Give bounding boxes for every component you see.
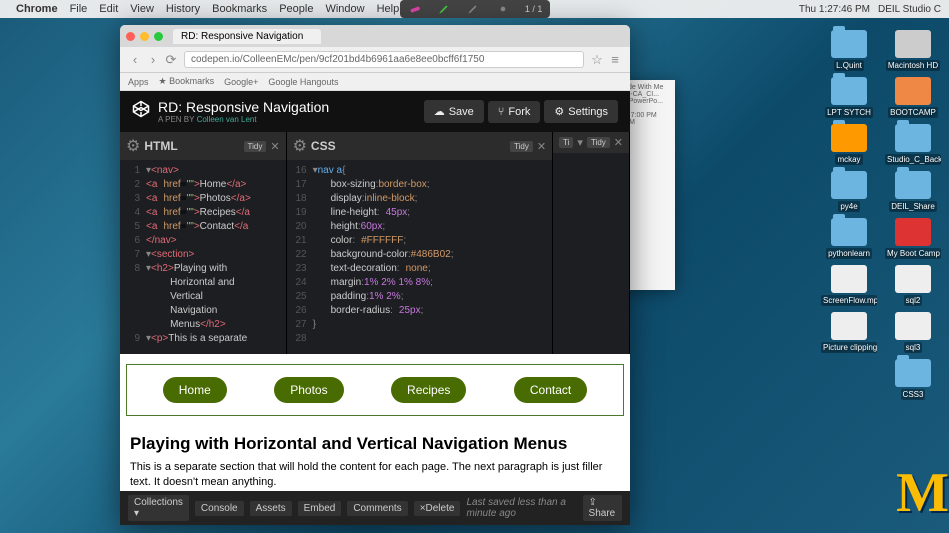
- desktop-folder[interactable]: pythonlearn: [821, 218, 877, 259]
- desktop-folder[interactable]: py4e: [821, 171, 877, 212]
- assets-button[interactable]: Assets: [250, 501, 292, 516]
- tab-strip: RD: Responsive Navigation: [120, 25, 630, 47]
- menu-view[interactable]: View: [130, 3, 154, 15]
- codepen-footer: Collections ▾ Console Assets Embed Comme…: [120, 491, 630, 525]
- js-code[interactable]: [553, 153, 629, 354]
- url-field[interactable]: codepen.io/ColleenEMc/pen/9cf201bd4b6961…: [184, 51, 584, 68]
- preview-paragraph: This is a separate section that will hol…: [130, 460, 620, 490]
- star-icon[interactable]: ☆: [588, 52, 606, 68]
- michigan-logo: M: [896, 461, 941, 525]
- desktop-folder[interactable]: L.Quint: [821, 30, 877, 71]
- desktop-file[interactable]: sql3: [885, 312, 941, 353]
- menu-window[interactable]: Window: [325, 3, 364, 15]
- preview-pane: Home Photos Recipes Contact Playing with…: [120, 354, 630, 491]
- bookmarks-bar: Apps ★ Bookmarks Google+ Google Hangouts: [120, 73, 630, 91]
- bookmark-item[interactable]: Google+: [224, 77, 258, 87]
- comments-button[interactable]: Comments: [347, 501, 407, 516]
- html-editor: ⚙ HTML Tidy ✕ 1▾<nav> 2<a href="">Home</…: [120, 132, 287, 354]
- desktop-folder[interactable]: DEIL_Share: [885, 171, 941, 212]
- menu-bookmarks[interactable]: Bookmarks: [212, 3, 267, 15]
- window-controls[interactable]: [126, 32, 163, 41]
- js-editor: Ti ▾ Tidy ✕: [553, 132, 630, 354]
- menubar-user: DEIL Studio C: [878, 4, 941, 15]
- html-code[interactable]: 1▾<nav> 2<a href="">Home</a> 3<a href=""…: [120, 160, 286, 354]
- app-menu[interactable]: Chrome: [16, 3, 58, 15]
- gear-icon[interactable]: ⚙: [293, 136, 307, 156]
- css-code[interactable]: 16▾nav a{ 17 box-sizing:border-box; 18 d…: [287, 160, 552, 354]
- eraser-icon[interactable]: [408, 2, 422, 16]
- nav-link-recipes[interactable]: Recipes: [391, 377, 466, 403]
- desktop-folder[interactable]: mckay: [821, 124, 877, 165]
- chevron-down-icon[interactable]: ▾: [577, 136, 583, 149]
- chrome-window: RD: Responsive Navigation ‹ › ⟳ codepen.…: [120, 25, 630, 525]
- preview-nav: Home Photos Recipes Contact: [126, 364, 624, 416]
- marker-icon[interactable]: [437, 2, 451, 16]
- tidy-button[interactable]: Ti: [559, 137, 573, 148]
- codepen-header: RD: Responsive Navigation A PEN BY Colle…: [120, 91, 630, 132]
- bookmark-item[interactable]: ★ Bookmarks: [159, 76, 215, 87]
- desktop-drive[interactable]: Macintosh HD: [885, 30, 941, 71]
- forward-icon[interactable]: ›: [144, 52, 162, 67]
- gear-icon[interactable]: ⚙: [126, 136, 140, 156]
- collections-button[interactable]: Collections ▾: [128, 495, 189, 521]
- save-status: Last saved less than a minute ago: [466, 497, 576, 519]
- close-icon[interactable]: ✕: [270, 140, 279, 153]
- share-button[interactable]: ⇪ Share: [583, 495, 622, 521]
- nav-link-contact[interactable]: Contact: [514, 377, 587, 403]
- desktop-folder[interactable]: CSS3: [885, 359, 941, 400]
- menu-icon[interactable]: ≡: [606, 52, 624, 67]
- floating-toolbar[interactable]: 1 / 1: [400, 0, 550, 18]
- tidy-button[interactable]: Tidy: [244, 141, 267, 152]
- settings-button[interactable]: ⚙ Settings: [544, 100, 618, 123]
- preview-heading: Playing with Horizontal and Vertical Nav…: [130, 434, 620, 454]
- editors-row: ⚙ HTML Tidy ✕ 1▾<nav> 2<a href="">Home</…: [120, 132, 630, 354]
- menu-file[interactable]: File: [70, 3, 88, 15]
- tidy-button[interactable]: Tidy: [587, 137, 610, 148]
- embed-button[interactable]: Embed: [298, 501, 342, 516]
- reload-icon[interactable]: ⟳: [162, 52, 180, 68]
- menu-people[interactable]: People: [279, 3, 313, 15]
- menu-history[interactable]: History: [166, 3, 200, 15]
- desktop-app[interactable]: My Boot Camp: [885, 218, 941, 259]
- pen-title: RD: Responsive Navigation: [158, 99, 420, 115]
- save-button[interactable]: ☁ Save: [424, 100, 484, 123]
- delete-button[interactable]: ×Delete: [414, 501, 461, 516]
- bookmark-item[interactable]: Google Hangouts: [268, 77, 338, 87]
- nav-link-home[interactable]: Home: [163, 377, 227, 403]
- menu-help[interactable]: Help: [377, 3, 400, 15]
- close-icon[interactable]: ✕: [614, 136, 623, 149]
- fork-button[interactable]: ⑂ Fork: [488, 101, 541, 123]
- page-count: 1 / 1: [525, 4, 543, 14]
- menu-edit[interactable]: Edit: [99, 3, 118, 15]
- address-bar-row: ‹ › ⟳ codepen.io/ColleenEMc/pen/9cf201bd…: [120, 47, 630, 73]
- desktop-file[interactable]: Picture clipping: [821, 312, 877, 353]
- author-link[interactable]: Colleen van Lent: [197, 115, 257, 124]
- codepen-logo-icon[interactable]: [132, 100, 150, 123]
- desktop-folder[interactable]: Studio_C_Backup: [885, 124, 941, 165]
- browser-tab[interactable]: RD: Responsive Navigation: [173, 29, 321, 44]
- console-button[interactable]: Console: [195, 501, 244, 516]
- tidy-button[interactable]: Tidy: [510, 141, 533, 152]
- desktop-file[interactable]: ScreenFlow.mp4: [821, 265, 877, 306]
- bookmark-item[interactable]: Apps: [128, 77, 149, 87]
- css-editor: ⚙ CSS Tidy ✕ 16▾nav a{ 17 box-sizing:bor…: [287, 132, 553, 354]
- pen-icon[interactable]: [466, 2, 480, 16]
- back-icon[interactable]: ‹: [126, 52, 144, 67]
- desktop-folder[interactable]: LPT SYTCH: [821, 77, 877, 118]
- editor-label-css: CSS: [311, 139, 506, 153]
- editor-label-html: HTML: [144, 139, 239, 153]
- nav-link-photos[interactable]: Photos: [274, 377, 343, 403]
- close-icon[interactable]: ✕: [537, 140, 546, 153]
- desktop-icons: L.Quint Macintosh HD LPT SYTCH BOOTCAMP …: [821, 30, 941, 400]
- desktop-file[interactable]: sql2: [885, 265, 941, 306]
- menubar-time: Thu 1:27:46 PM: [799, 4, 870, 15]
- tool-icon[interactable]: [496, 2, 510, 16]
- desktop-drive[interactable]: BOOTCAMP: [885, 77, 941, 118]
